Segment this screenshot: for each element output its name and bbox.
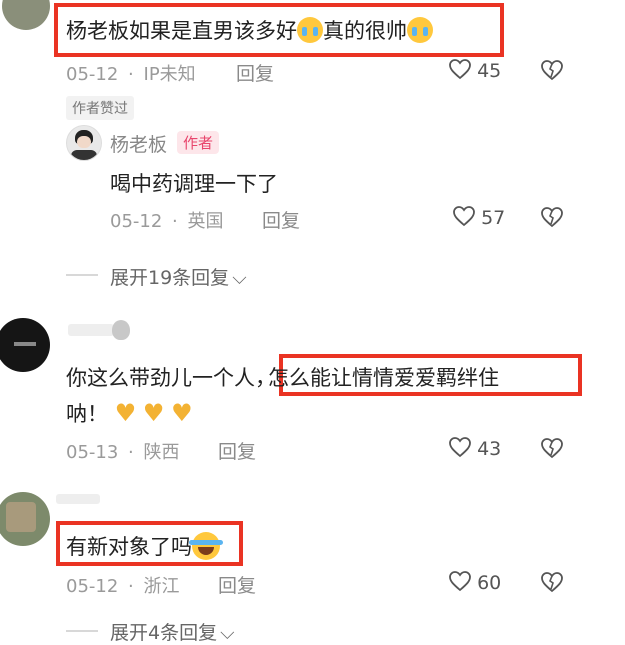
like-count: 57 [481,207,506,229]
like-button[interactable]: 45 [448,57,501,82]
avatar[interactable] [0,318,50,372]
comment-text: 有新对象了吗 [66,531,223,561]
avatar[interactable] [2,0,50,30]
separator: · [128,576,134,597]
reply-meta: 05-12 · 英国 [110,207,224,233]
comment-meta: 05-12 · 浙江 [66,572,180,598]
divider [66,630,98,632]
separator: · [172,211,178,232]
comment-text-tail: 真的很帅 [323,19,407,43]
like-count: 60 [477,572,502,594]
heart-icon [449,571,471,592]
crying-emoji-icon [297,17,323,43]
comment-text-highlighted: 怎么能让情情爱爱羁绊住 [268,366,499,390]
comment-text-part: 呐！ [66,402,108,426]
comment-text-main: 杨老板如果是直男该多好 [66,19,297,43]
heart-icon [453,206,475,227]
separator: · [128,442,134,463]
expand-label: 展开19条回复 [110,267,230,289]
author-badge: 作者 [177,131,220,154]
laughing-tears-emoji-icon [189,532,223,560]
reply-button[interactable]: 回复 [218,571,256,598]
comment-text-line2: 呐！ ♥ ♥ ♥ [66,398,193,428]
reply-text: 喝中药调理一下了 [110,172,278,196]
finger-heart-emoji-icon: ♥ [142,399,165,427]
reply-button[interactable]: 回复 [262,206,300,233]
like-button[interactable]: 57 [452,204,505,229]
author-username[interactable]: 杨老板 [110,130,167,157]
reply-button[interactable]: 回复 [236,59,274,86]
like-button[interactable]: 60 [448,569,501,594]
comment-date: 05-12 [66,576,119,597]
comment-meta: 05-13 · 陕西 [66,438,180,464]
comment-date: 05-13 [66,442,119,463]
heart-icon [449,437,471,458]
comment-location: IP未知 [143,64,196,85]
broken-heart-icon[interactable] [540,58,564,82]
comment-text-main: 有新对象了吗 [66,535,192,559]
like-count: 43 [477,438,502,460]
comment-meta: 05-12 · IP未知 [66,60,196,86]
like-count: 45 [477,60,502,82]
crying-emoji-icon [407,17,433,43]
broken-heart-icon[interactable] [540,205,564,229]
finger-heart-emoji-icon: ♥ [171,399,193,427]
comment-text: 你这么带劲儿一个人，怎么能让情情爱爱羁绊住 [66,362,499,392]
comment-date: 05-12 [66,64,119,85]
comment-text-part: 你这么带劲儿一个人， [66,366,276,390]
divider [66,274,98,276]
broken-heart-icon[interactable] [540,570,564,594]
reply-date: 05-12 [110,211,163,232]
author-avatar[interactable] [66,125,102,161]
heart-icon [449,59,471,80]
like-button[interactable]: 43 [448,435,501,460]
expand-replies-button[interactable]: 展开4条回复 ⌵ [110,618,235,645]
username-blurred [68,324,114,336]
separator: · [128,64,134,85]
chevron-down-icon: ⌵ [232,267,247,289]
alien-emoji-icon [112,320,130,340]
reply-location: 英国 [187,211,224,232]
reply-button[interactable]: 回复 [218,437,256,464]
comment-location: 浙江 [143,576,180,597]
username-blurred [56,494,100,504]
chevron-down-icon: ⌵ [220,622,235,644]
comment-location: 陕西 [143,442,180,463]
finger-heart-emoji-icon: ♥ [114,399,137,427]
comment-text: 杨老板如果是直男该多好 真的很帅 [66,15,433,45]
expand-label: 展开4条回复 [110,622,218,644]
broken-heart-icon[interactable] [540,436,564,460]
expand-replies-button[interactable]: 展开19条回复 ⌵ [110,263,247,290]
avatar[interactable] [0,492,50,546]
author-liked-tag: 作者赞过 [66,96,134,120]
